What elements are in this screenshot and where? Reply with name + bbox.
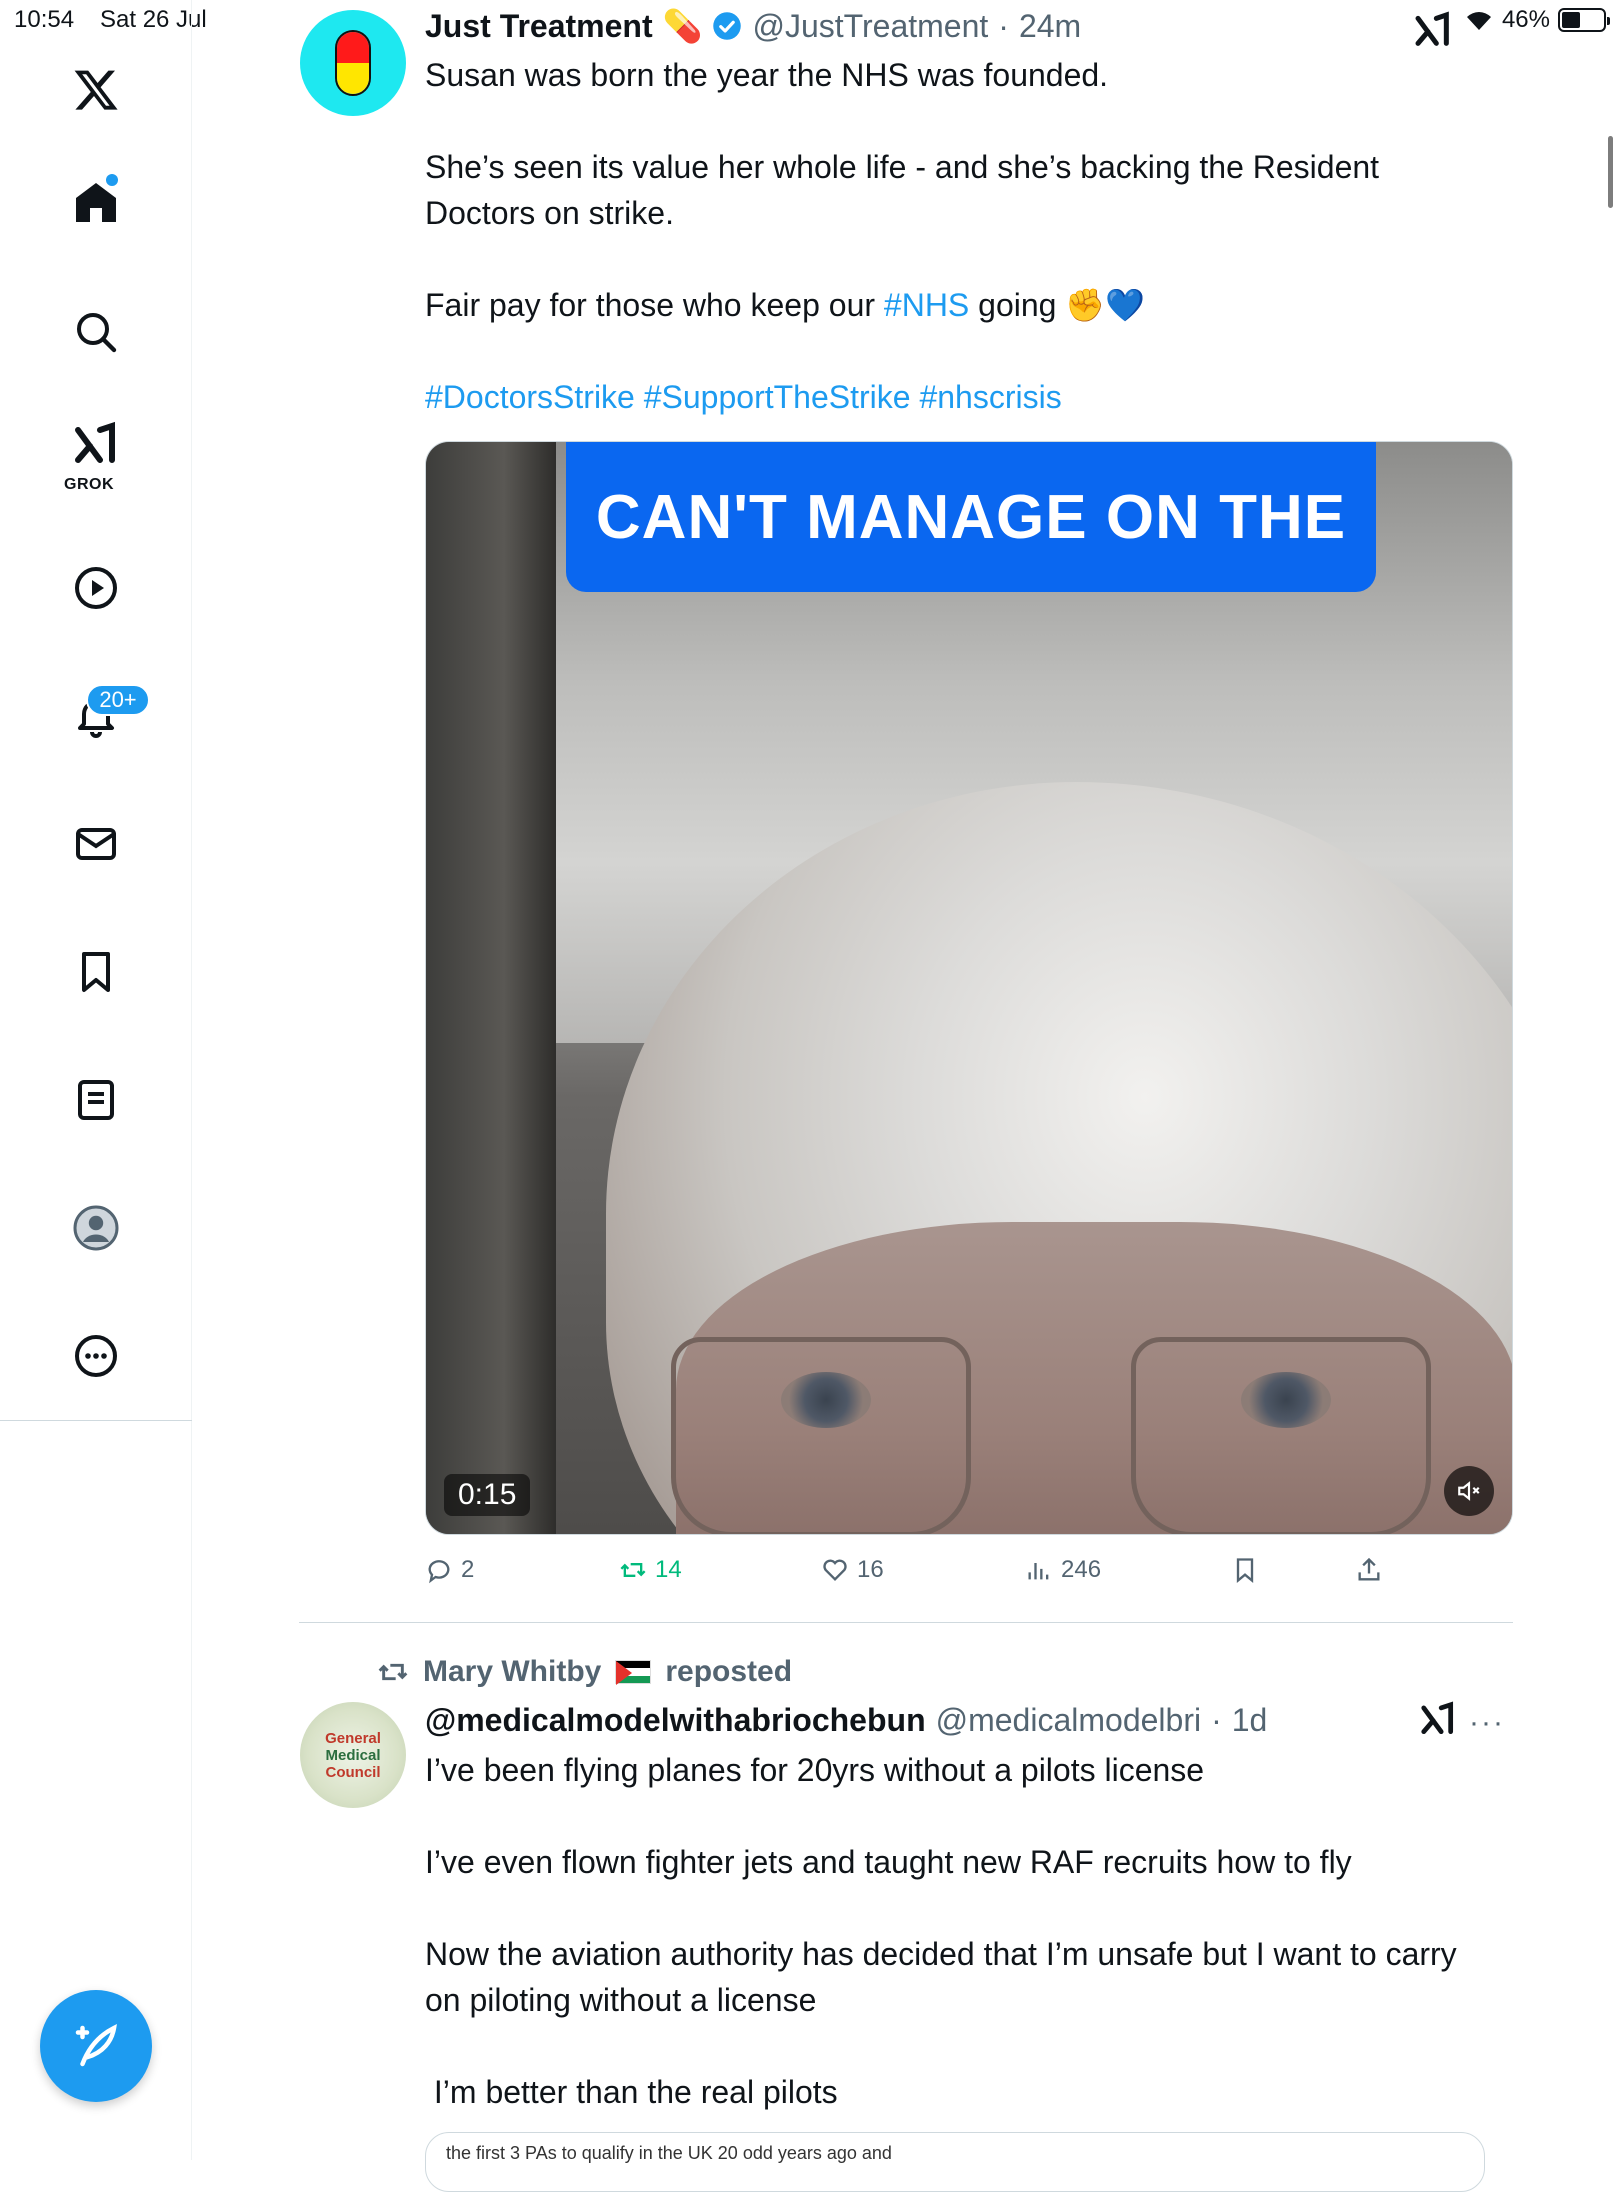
video-duration: 0:15 — [444, 1474, 531, 1516]
battery-icon — [1558, 8, 1610, 32]
tweet-text: I’ve been flying planes for 20yrs withou… — [425, 1747, 1485, 2161]
reply-icon — [428, 1560, 450, 1584]
verified-badge-icon — [713, 12, 742, 40]
repost-button[interactable]: 14 — [619, 1548, 682, 1592]
name-emoji: 💊 — [662, 8, 703, 44]
video-player[interactable]: CAN'T MANAGE ON THE 0:15 — [425, 441, 1513, 1535]
text-span: going ✊💙 — [969, 287, 1146, 323]
timestamp[interactable]: 1d — [1232, 1702, 1268, 1739]
glasses-lens — [671, 1337, 971, 1534]
repost-count: 14 — [655, 1556, 682, 1583]
home-icon[interactable] — [56, 162, 136, 242]
tweet-paragraph: I’ve been flying planes for 20yrs withou… — [425, 1752, 1205, 1788]
share-button[interactable] — [1355, 1548, 1383, 1592]
video-eye — [1241, 1372, 1331, 1428]
tweet-text: Susan was born the year the NHS was foun… — [425, 52, 1485, 420]
tweet-paragraph: She’s seen its value her whole life - an… — [425, 149, 1380, 231]
tweet-divider — [299, 1622, 1513, 1623]
search-icon[interactable] — [56, 292, 136, 372]
repost-context[interactable]: Mary Whitby reposted — [377, 1652, 792, 1692]
feed: Just Treatment 💊 @JustTreatment · 24m Su… — [193, 0, 1513, 2192]
compose-button[interactable] — [40, 1990, 152, 2102]
bookmark-button[interactable] — [1231, 1548, 1259, 1592]
grok-icon[interactable] — [56, 412, 136, 476]
video-eye — [781, 1372, 871, 1428]
reply-count: 2 — [461, 1556, 475, 1583]
quote-card[interactable]: the first 3 PAs to qualify in the UK 20 … — [425, 2132, 1485, 2192]
bookmark-icon — [1236, 1558, 1254, 1583]
profile-icon[interactable] — [56, 1188, 136, 1268]
avatar-text: Council — [325, 1763, 381, 1781]
mute-button[interactable] — [1444, 1466, 1494, 1516]
x-logo-icon[interactable] — [56, 50, 136, 130]
mail-icon[interactable] — [56, 804, 136, 884]
author-handle[interactable]: @JustTreatment — [752, 8, 988, 45]
hashtag-link[interactable]: #NHS — [884, 287, 969, 323]
tweet-paragraph: Susan was born the year the NHS was foun… — [425, 57, 1109, 93]
tweet-actions: 2 14 16 246 — [425, 1548, 1425, 1592]
author-name[interactable]: @medicalmodelwithabriochebun — [425, 1702, 926, 1739]
avatar-text: Medical — [325, 1746, 381, 1764]
compose-feather-icon — [75, 2024, 117, 2067]
author-name[interactable]: Just Treatment — [425, 8, 653, 45]
video-background — [426, 442, 556, 1534]
like-count: 16 — [857, 1556, 884, 1583]
tweet-paragraph: Now the aviation authority has decided t… — [425, 1936, 1457, 2018]
tweet-paragraph: I’ve even flown fighter jets and taught … — [425, 1844, 1352, 1880]
grok-icon[interactable] — [1419, 1700, 1457, 1743]
separator: · — [998, 7, 1009, 44]
video-caption-banner: CAN'T MANAGE ON THE — [566, 442, 1376, 592]
pill-logo-icon — [335, 30, 371, 96]
speaker-muted-icon — [1458, 1481, 1480, 1501]
repost-icon — [620, 1563, 646, 1577]
grok-icon[interactable] — [1413, 10, 1453, 55]
tweet-paragraph: I’m better than the real pilots — [425, 2074, 838, 2110]
share-icon — [1358, 1557, 1380, 1581]
reposter-name[interactable]: Mary Whitby — [423, 1655, 601, 1689]
views-count: 246 — [1061, 1556, 1102, 1583]
hashtags-line[interactable]: #DoctorsStrike #SupportTheStrike #nhscri… — [425, 374, 1485, 420]
avatar-text: General — [325, 1729, 381, 1747]
scrollbar[interactable] — [1608, 136, 1613, 208]
views-button[interactable]: 246 — [1025, 1548, 1101, 1592]
more-options-button[interactable]: ··· — [1469, 1706, 1505, 1740]
grok-label: GROK — [64, 476, 114, 493]
author-handle[interactable]: @medicalmodelbri — [936, 1702, 1201, 1739]
reply-button[interactable]: 2 — [425, 1548, 474, 1592]
views-chart-icon — [1028, 1563, 1049, 1580]
text-span: Fair pay for those who keep our — [425, 287, 884, 323]
quote-text: the first 3 PAs to qualify in the UK 20 … — [446, 2143, 892, 2163]
home-unread-dot — [106, 174, 118, 186]
bookmark-icon[interactable] — [56, 932, 136, 1012]
sidebar: GROK 20+ — [0, 0, 192, 2160]
timestamp[interactable]: 24m — [1019, 8, 1081, 45]
avatar[interactable]: General Medical Council — [300, 1702, 406, 1808]
repost-icon — [378, 1663, 408, 1681]
tweet-header: @medicalmodelwithabriochebun @medicalmod… — [425, 1698, 1267, 1742]
lists-icon[interactable] — [56, 1060, 136, 1140]
more-icon[interactable] — [56, 1316, 136, 1396]
video-play-icon[interactable] — [56, 548, 136, 628]
separator: · — [1211, 1701, 1222, 1738]
notification-badge: 20+ — [86, 684, 150, 716]
sidebar-divider — [0, 1420, 192, 1421]
avatar[interactable] — [300, 10, 406, 116]
reposted-label: reposted — [665, 1655, 793, 1688]
tweet-header: Just Treatment 💊 @JustTreatment · 24m — [425, 4, 1081, 48]
glasses-lens — [1131, 1337, 1431, 1534]
tweet-paragraph: Fair pay for those who keep our #NHS goi… — [425, 282, 1485, 328]
like-button[interactable]: 16 — [821, 1548, 884, 1592]
palestine-flag-icon — [615, 1660, 652, 1685]
heart-icon — [823, 1559, 847, 1581]
